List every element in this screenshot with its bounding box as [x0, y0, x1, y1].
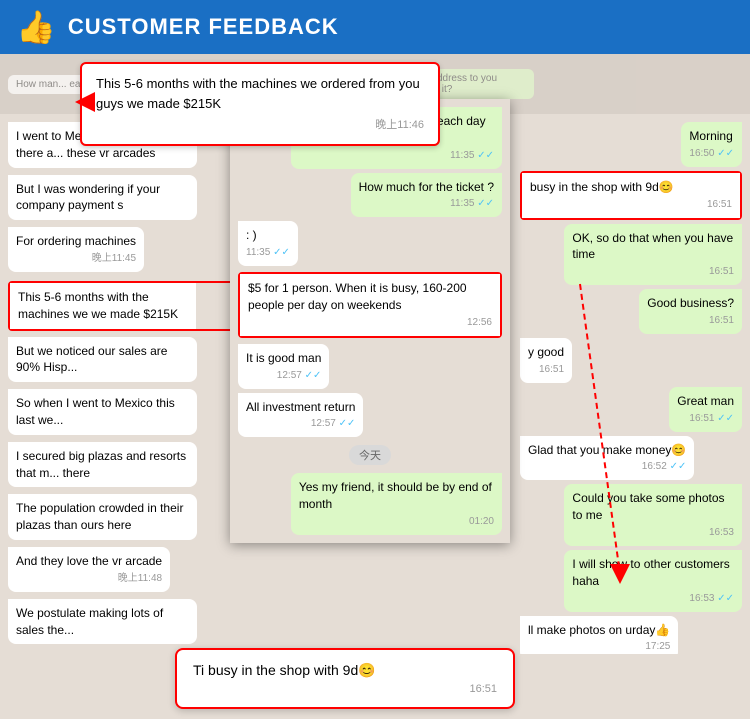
right-highlight-box: busy in the shop with 9d😊 16:51 — [520, 171, 742, 220]
right-msg-7: Glad that you make money😊 16:52 ✓✓ — [520, 436, 694, 481]
right-msg-9: I will show to other customers haha 16:5… — [564, 550, 742, 612]
date-divider: 今天 — [349, 445, 391, 465]
main-content: How man... each day I went to Mexico and… — [0, 54, 750, 719]
right-msg-4: Good business? 16:51 — [639, 289, 742, 334]
left-msg-10: We postulate making lots of sales the... — [8, 599, 197, 645]
right-msg-3: OK, so do that when you have time 16:51 — [564, 224, 742, 286]
left-msg-4: This 5-6 months with the machines we we … — [10, 283, 196, 329]
top-highlight-box: This 5-6 months with the machines we ord… — [80, 62, 440, 146]
right-msg-8: Could you take some photos to me 16:53 — [564, 484, 742, 546]
right-msg-5: y good 16:51 — [520, 338, 572, 383]
right-msg-6: Great man 16:51 ✓✓ — [669, 387, 742, 432]
right-msg-10: ll make photos on urday👍 17:25 — [520, 616, 678, 654]
thumbs-up-icon: 👍 — [16, 8, 56, 46]
center-chat-panel: How many people played each day ? 11:35 … — [230, 99, 510, 543]
center-chat-body: How many people played each day ? 11:35 … — [230, 99, 510, 543]
left-msg-7: I secured big plazas and resorts that m.… — [8, 442, 197, 488]
left-msg-6: So when I went to Mexico this last we... — [8, 389, 197, 435]
center-highlight-box: $5 for 1 person. When it is busy, 160-20… — [238, 272, 502, 338]
left-msg-3: For ordering machines 晚上11:45 — [8, 227, 144, 272]
center-msg-4: $5 for 1 person. When it is busy, 160-20… — [240, 274, 500, 336]
left-highlight-box: This 5-6 months with the machines we we … — [8, 281, 244, 331]
page-title: CUSTOMER FEEDBACK — [68, 14, 339, 40]
arrow-top — [75, 92, 95, 117]
left-msg-2: But I was wondering if your company paym… — [8, 175, 197, 221]
right-chat-panel: Morning 16:50 ✓✓ busy in the shop with 9… — [512, 114, 750, 654]
center-msg-2: How much for the ticket ? 11:35 ✓✓ — [351, 173, 502, 218]
center-msg-5: It is good man 12:57 ✓✓ — [238, 344, 329, 389]
left-msg-9: And they love the vr arcade 晚上11:48 — [8, 547, 170, 592]
right-msg-1: Morning 16:50 ✓✓ — [681, 122, 742, 167]
left-msg-8: The population crowded in their plazas t… — [8, 494, 197, 540]
center-msg-7: Yes my friend, it should be by end of mo… — [291, 473, 502, 535]
center-msg-6: All investment return 12:57 ✓✓ — [238, 393, 363, 438]
bottom-highlight-text: Ti busy in the shop with 9d😊 — [193, 662, 376, 678]
bottom-highlight-time: 16:51 — [193, 683, 497, 695]
center-msg-3: : ) 11:35 ✓✓ — [238, 221, 298, 266]
left-chat-panel: I went to Mexico and oh mine there a... … — [0, 114, 252, 654]
right-msg-2: busy in the shop with 9d😊 16:51 — [522, 173, 740, 218]
top-highlight-time: 晚上11:46 — [96, 117, 424, 134]
left-chat-body: I went to Mexico and oh mine there a... … — [0, 114, 252, 654]
left-msg-5: But we noticed our sales are 90% Hisp... — [8, 337, 197, 383]
right-chat-body: Morning 16:50 ✓✓ busy in the shop with 9… — [512, 114, 750, 654]
top-highlight-text: This 5-6 months with the machines we ord… — [96, 76, 420, 111]
bottom-highlight-box: Ti busy in the shop with 9d😊 16:51 — [175, 648, 515, 709]
header: 👍 CUSTOMER FEEDBACK — [0, 0, 750, 54]
